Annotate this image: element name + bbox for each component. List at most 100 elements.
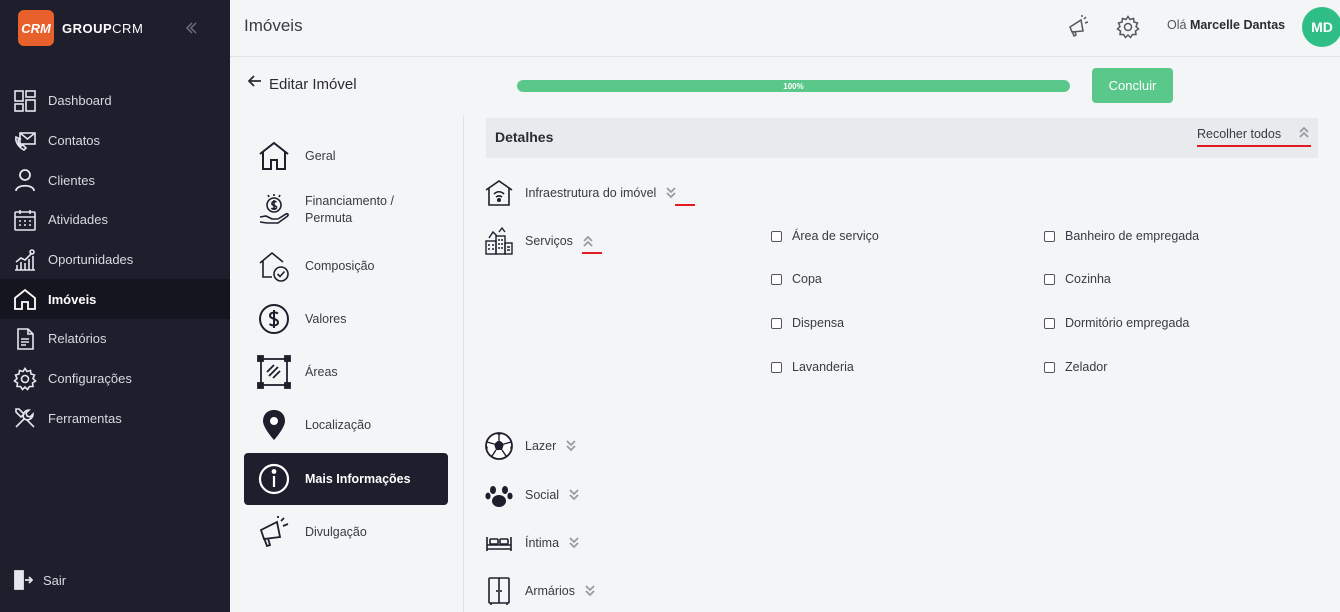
group-infraestrutura[interactable]: Infraestrutura do imóvel	[484, 178, 677, 208]
checkbox-dormitorio-empregada[interactable]: Dormitório empregada	[1044, 316, 1189, 330]
logout-button[interactable]: Sair	[13, 568, 66, 592]
bed-icon	[486, 537, 512, 551]
double-chevron-up-icon[interactable]	[582, 234, 594, 248]
group-social[interactable]: Social	[484, 480, 580, 510]
dollar-circle-icon	[259, 304, 289, 334]
info-icon	[258, 463, 290, 495]
checkbox-lavanderia[interactable]: Lavanderia	[771, 360, 854, 374]
paw-icon	[485, 486, 513, 507]
sidebar-item-atividades[interactable]: Atividades	[0, 200, 230, 240]
gear-icon	[13, 366, 37, 391]
collapse-all-underline	[1197, 145, 1311, 147]
group-label: Armários	[525, 584, 576, 598]
checkbox-box[interactable]	[1044, 361, 1055, 373]
sidebar-item-relatorios[interactable]: Relatórios	[0, 319, 230, 359]
double-chevron-down-icon[interactable]	[568, 488, 580, 502]
checkbox-label: Lavanderia	[792, 360, 854, 374]
sidebar-item-clientes[interactable]: Clientes	[0, 160, 230, 200]
section-label: Localização	[305, 417, 372, 432]
checkbox-box[interactable]	[771, 317, 782, 329]
section-valores[interactable]: Valores	[244, 293, 448, 345]
sidebar-item-oportunidades[interactable]: Oportunidades	[0, 240, 230, 280]
tools-icon	[15, 408, 35, 428]
collapse-all-button[interactable]: Recolher todos	[1197, 127, 1281, 141]
progress-fill: 100%	[517, 80, 1070, 92]
infraestrutura-underline	[675, 204, 695, 206]
brand-name: GROUPCRM	[62, 21, 143, 36]
sidebar-item-contatos[interactable]: Contatos	[0, 121, 230, 161]
contacts-icon	[15, 131, 36, 151]
servicos-underline	[582, 252, 602, 254]
sidebar-item-label: Configurações	[48, 371, 132, 387]
settings-gear-icon[interactable]	[1116, 15, 1140, 39]
avatar[interactable]: MD	[1302, 7, 1340, 47]
checkbox-box[interactable]	[1044, 273, 1055, 285]
checkbox-box[interactable]	[1044, 230, 1055, 242]
calendar-icon	[14, 209, 36, 231]
sidebar-item-label: Relatórios	[48, 331, 107, 347]
concluir-button[interactable]: Concluir	[1092, 68, 1173, 103]
chart-growth-icon	[15, 248, 35, 271]
collapse-sidebar-icon[interactable]	[180, 17, 202, 39]
document-icon	[17, 328, 34, 350]
checkbox-dispensa[interactable]: Dispensa	[771, 316, 844, 330]
double-chevron-down-icon[interactable]	[565, 439, 577, 453]
group-armarios[interactable]: Armários	[484, 576, 596, 606]
section-financiamento[interactable]: Financiamento / Permuta	[244, 184, 448, 236]
checkbox-box[interactable]	[1044, 317, 1055, 329]
brand-name-light: CRM	[112, 20, 144, 36]
section-geral[interactable]: Geral	[244, 130, 448, 182]
logout-icon	[14, 570, 33, 590]
megaphone-icon[interactable]	[1066, 15, 1090, 39]
buildings-icon	[485, 226, 513, 255]
area-icon	[257, 355, 291, 389]
home-icon	[14, 289, 36, 311]
group-lazer[interactable]: Lazer	[484, 431, 577, 461]
double-chevron-down-icon[interactable]	[568, 536, 580, 550]
checkbox-banheiro-de-empregada[interactable]: Banheiro de empregada	[1044, 229, 1199, 243]
checkbox-area-de-servico[interactable]: Área de serviço	[771, 229, 879, 243]
checkbox-box[interactable]	[771, 273, 782, 285]
checkbox-label: Dormitório empregada	[1065, 316, 1190, 330]
section-label: Áreas	[305, 364, 338, 379]
sidebar-item-label: Oportunidades	[48, 252, 134, 268]
logout-label: Sair	[43, 572, 67, 588]
sidebar-item-ferramentas[interactable]: Ferramentas	[0, 399, 230, 439]
brand[interactable]: CRM GROUPCRM	[18, 10, 143, 46]
map-pin-icon	[263, 410, 285, 440]
checkbox-label: Dispensa	[792, 316, 845, 330]
section-composicao[interactable]: Composição	[244, 240, 448, 292]
brand-logo: CRM	[18, 10, 54, 46]
double-chevron-down-icon[interactable]	[665, 186, 677, 200]
section-divulgacao[interactable]: Divulgação	[244, 506, 448, 558]
sidebar-item-dashboard[interactable]: Dashboard	[0, 81, 230, 121]
sidebar-item-label: Dashboard	[48, 93, 112, 109]
sidebar-item-label: Imóveis	[48, 291, 97, 307]
progress-bar: 100%	[517, 80, 1070, 92]
details-title: Detalhes	[495, 129, 554, 145]
sidebar-item-configuracoes[interactable]: Configurações	[0, 359, 230, 399]
group-intima[interactable]: Íntima	[484, 528, 580, 558]
checkbox-label: Copa	[792, 272, 822, 286]
section-localizacao[interactable]: Localização	[244, 399, 448, 451]
sections-list: Geral Financiamento / Permuta Composição…	[230, 116, 464, 612]
section-label: Geral	[305, 148, 336, 163]
dashboard-icon	[14, 90, 36, 112]
sidebar-item-label: Atividades	[48, 212, 108, 228]
group-servicos[interactable]: Serviços	[484, 226, 594, 256]
section-areas[interactable]: Áreas	[244, 346, 448, 398]
back-arrow-icon[interactable]	[247, 74, 262, 93]
checkbox-box[interactable]	[771, 230, 782, 242]
section-label: Financiamento / Permuta	[305, 194, 394, 225]
double-chevron-down-icon[interactable]	[584, 584, 596, 598]
section-label: Divulgação	[305, 524, 367, 539]
checkbox-zelador[interactable]: Zelador	[1044, 360, 1107, 374]
double-chevron-up-icon[interactable]	[1297, 125, 1311, 139]
checkbox-cozinha[interactable]: Cozinha	[1044, 272, 1111, 286]
section-mais-informacoes[interactable]: Mais Informações	[244, 453, 448, 505]
checkbox-copa[interactable]: Copa	[771, 272, 822, 286]
house-check-icon	[259, 251, 289, 282]
sidebar-item-imoveis[interactable]: Imóveis	[0, 279, 230, 320]
edit-title: Editar Imóvel	[269, 76, 357, 93]
checkbox-box[interactable]	[771, 361, 782, 373]
